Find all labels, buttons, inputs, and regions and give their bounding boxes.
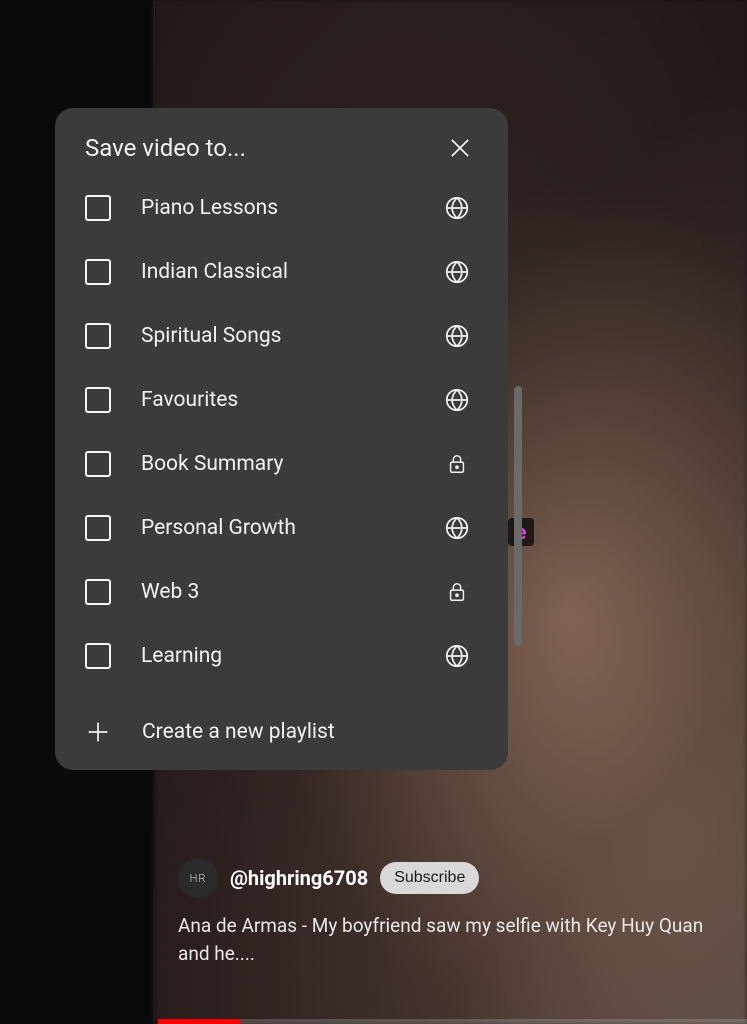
playlist-item[interactable]: Spiritual Songs: [85, 304, 478, 368]
playlist-checkbox[interactable]: [85, 515, 111, 541]
scrollbar-thumb[interactable]: [514, 386, 522, 646]
playlist-label: Indian Classical: [141, 260, 444, 284]
channel-handle[interactable]: @highring6708: [230, 866, 368, 890]
playlist-label: Spiritual Songs: [141, 324, 444, 348]
plus-icon: [84, 718, 112, 746]
dialog-header: Save video to...: [55, 130, 508, 176]
playlist-checkbox[interactable]: [85, 451, 111, 477]
close-icon: [446, 134, 474, 162]
channel-row: HR @highring6708 Subscribe: [178, 858, 729, 898]
create-new-playlist-label: Create a new playlist: [142, 720, 335, 744]
globe-icon: [444, 259, 470, 285]
playlist-label: Piano Lessons: [141, 196, 444, 220]
playlist-label: Web 3: [141, 580, 444, 604]
playlist-checkbox[interactable]: [85, 387, 111, 413]
playlist-label: Learning: [141, 644, 444, 668]
video-metadata: HR @highring6708 Subscribe Ana de Armas …: [178, 858, 729, 967]
playlist-label: Favourites: [141, 388, 444, 412]
playlist-label: Book Summary: [141, 452, 444, 476]
playlist-item[interactable]: Web 3: [85, 560, 478, 624]
globe-icon: [444, 515, 470, 541]
video-title: Ana de Armas - My boyfriend saw my selfi…: [178, 912, 729, 967]
playlist-item[interactable]: Piano Lessons: [85, 176, 478, 240]
subscribe-button[interactable]: Subscribe: [380, 862, 479, 894]
playlist-checkbox[interactable]: [85, 323, 111, 349]
playlist-item[interactable]: Favourites: [85, 368, 478, 432]
create-new-playlist-button[interactable]: Create a new playlist: [55, 700, 508, 752]
playlist-item[interactable]: Personal Growth: [85, 496, 478, 560]
lock-icon: [444, 579, 470, 605]
globe-icon: [444, 387, 470, 413]
globe-icon: [444, 643, 470, 669]
playlist-checkbox[interactable]: [85, 195, 111, 221]
playlist-list: Piano Lessons Indian Classical Spiritual S…: [55, 176, 508, 688]
globe-icon: [444, 195, 470, 221]
channel-avatar[interactable]: HR: [178, 858, 218, 898]
lock-icon: [444, 451, 470, 477]
video-progress-fill: [158, 1019, 240, 1024]
playlist-item[interactable]: Learning: [85, 624, 478, 688]
save-to-playlist-dialog: Save video to... Piano Lessons Indian Cla…: [55, 108, 508, 770]
dialog-title: Save video to...: [85, 134, 246, 162]
close-button[interactable]: [442, 130, 478, 166]
playlist-checkbox[interactable]: [85, 259, 111, 285]
playlist-label: Personal Growth: [141, 516, 444, 540]
playlist-checkbox[interactable]: [85, 643, 111, 669]
playlist-item[interactable]: Book Summary: [85, 432, 478, 496]
playlist-item[interactable]: Indian Classical: [85, 240, 478, 304]
video-progress-track[interactable]: [158, 1019, 747, 1024]
playlist-checkbox[interactable]: [85, 579, 111, 605]
globe-icon: [444, 323, 470, 349]
